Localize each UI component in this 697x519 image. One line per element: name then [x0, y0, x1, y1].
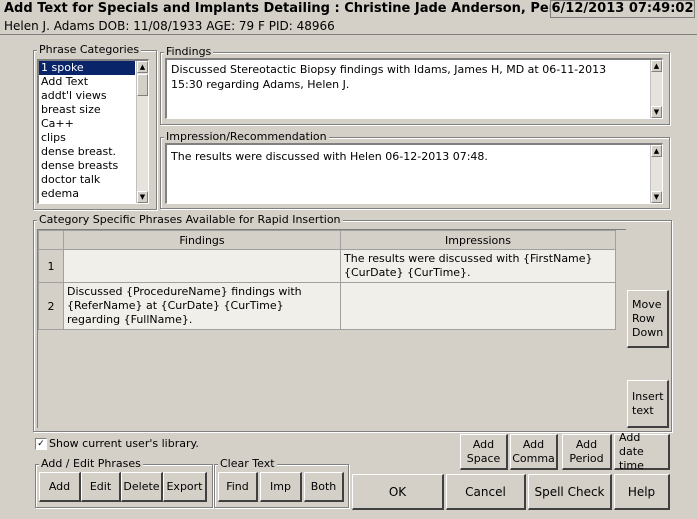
- show-library-checkbox[interactable]: ✓: [35, 438, 47, 450]
- move-row-down-button[interactable]: Move Row Down: [627, 290, 669, 348]
- title-bar: Add Text for Specials and Implants Detai…: [0, 0, 697, 19]
- clear-findings-button[interactable]: Find: [218, 472, 258, 502]
- scroll-up-arrow-icon[interactable]: ▲: [651, 60, 662, 72]
- list-item[interactable]: Add Text: [39, 75, 135, 89]
- row-number: 1: [38, 249, 64, 283]
- add-edit-label: Add / Edit Phrases: [39, 457, 143, 470]
- findings-label: Findings: [164, 45, 214, 58]
- add-phrase-button[interactable]: Add: [39, 472, 81, 502]
- impression-scrollbar[interactable]: ▲ ▼: [650, 145, 662, 203]
- column-header-findings[interactable]: Findings: [63, 230, 341, 250]
- scroll-down-arrow-icon[interactable]: ▼: [651, 191, 662, 203]
- categories-scroll-thumb[interactable]: [137, 74, 148, 96]
- add-period-button[interactable]: Add Period: [562, 434, 612, 470]
- table-row[interactable]: 1 The results were discussed with {First…: [38, 249, 616, 283]
- impression-textarea[interactable]: The results were discussed with Helen 06…: [165, 143, 663, 204]
- phrases-label: Category Specific Phrases Available for …: [37, 213, 343, 226]
- list-item[interactable]: edema: [39, 187, 135, 201]
- list-item[interactable]: clips: [39, 131, 135, 145]
- add-date-time-button[interactable]: Add date time: [614, 431, 670, 472]
- table-row[interactable]: 2 Discussed {ProcedureName} findings wit…: [38, 282, 616, 330]
- scroll-down-arrow-icon[interactable]: ▼: [651, 106, 662, 118]
- list-item[interactable]: doctor talk: [39, 173, 135, 187]
- add-space-button[interactable]: Add Space: [460, 434, 508, 470]
- cancel-button[interactable]: Cancel: [446, 474, 526, 510]
- export-phrase-button[interactable]: Export: [163, 472, 207, 502]
- column-header-impressions[interactable]: Impressions: [340, 230, 616, 250]
- grid-corner: [38, 230, 64, 250]
- list-item[interactable]: dense breast.: [39, 145, 135, 159]
- phrase-categories-listbox[interactable]: 1 spoke Add Text addt'l views breast size Ca…: [37, 59, 149, 204]
- categories-scrollbar[interactable]: ▲ ▼: [136, 61, 148, 203]
- phrase-categories-label: Phrase Categories: [37, 43, 142, 56]
- clear-both-button[interactable]: Both: [304, 472, 344, 502]
- add-comma-button[interactable]: Add Comma: [510, 434, 558, 470]
- patient-info: Helen J. Adams DOB: 11/08/1933 AGE: 79 F…: [4, 19, 335, 33]
- impression-text: The results were discussed with Helen 06…: [171, 150, 488, 163]
- list-item[interactable]: addt'l views: [39, 89, 135, 103]
- window-title: Add Text for Specials and Implants Detai…: [4, 1, 623, 16]
- list-item[interactable]: breast size: [39, 103, 135, 117]
- edit-phrase-button[interactable]: Edit: [81, 472, 121, 502]
- clear-impression-button[interactable]: Imp: [260, 472, 302, 502]
- list-item[interactable]: Ca++: [39, 117, 135, 131]
- scroll-up-arrow-icon[interactable]: ▲: [137, 61, 148, 73]
- phrases-grid[interactable]: Findings Impressions 1 The results were …: [38, 230, 616, 330]
- cell-findings[interactable]: [63, 249, 341, 283]
- patient-info-bar: Helen J. Adams DOB: 11/08/1933 AGE: 79 F…: [0, 18, 697, 35]
- clear-text-label: Clear Text: [218, 457, 277, 470]
- spell-check-button[interactable]: Spell Check: [528, 474, 612, 510]
- help-button[interactable]: Help: [614, 474, 670, 510]
- list-item[interactable]: 1 spoke: [39, 61, 135, 75]
- cell-impressions[interactable]: The results were discussed with {FirstNa…: [340, 249, 616, 283]
- phrases-grid-container: Findings Impressions 1 The results were …: [37, 229, 626, 428]
- show-library-label: Show current user's library.: [49, 437, 199, 450]
- findings-scrollbar[interactable]: ▲ ▼: [650, 60, 662, 118]
- scroll-down-arrow-icon[interactable]: ▼: [137, 191, 148, 203]
- list-item[interactable]: dense breasts: [39, 159, 135, 173]
- ok-button[interactable]: OK: [352, 474, 444, 510]
- findings-text: Discussed Stereotactic Biopsy findings w…: [171, 63, 607, 91]
- row-number: 2: [38, 282, 64, 330]
- clock-display: 6/12/2013 07:49:02: [550, 0, 695, 18]
- findings-textarea[interactable]: Discussed Stereotactic Biopsy findings w…: [165, 58, 663, 119]
- delete-phrase-button[interactable]: Delete: [121, 472, 163, 502]
- insert-text-button[interactable]: Insert text: [627, 380, 669, 428]
- cell-impressions[interactable]: [340, 282, 616, 330]
- scroll-up-arrow-icon[interactable]: ▲: [651, 145, 662, 157]
- cell-findings[interactable]: Discussed {ProcedureName} findings with …: [63, 282, 341, 330]
- impression-label: Impression/Recommendation: [164, 130, 329, 143]
